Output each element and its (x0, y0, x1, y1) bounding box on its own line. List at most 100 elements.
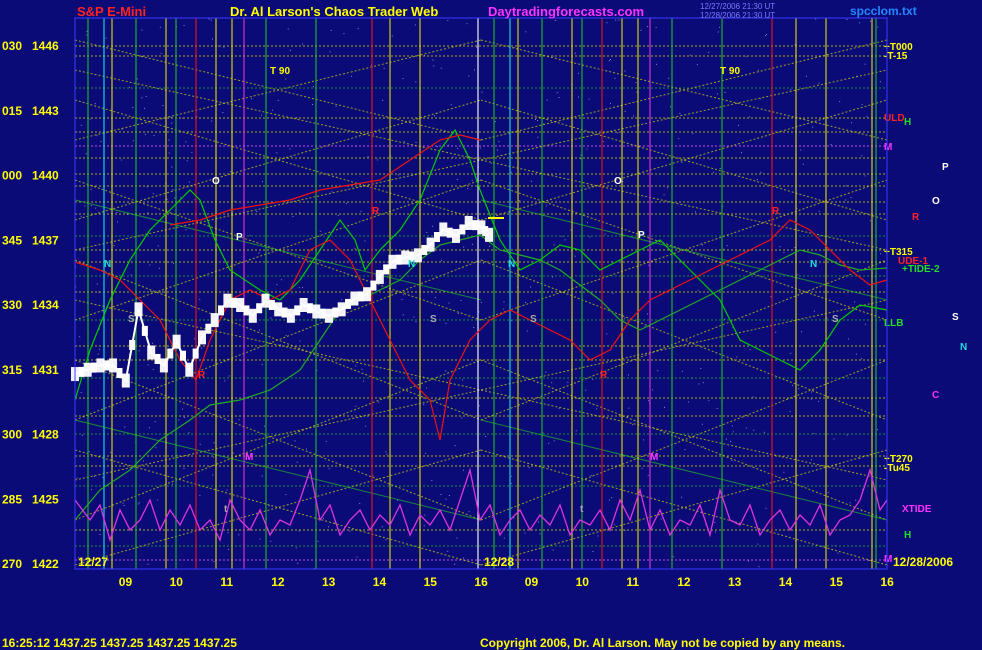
star-dot (503, 308, 505, 310)
star-dot (615, 19, 617, 21)
star-dot (818, 400, 820, 402)
star-dot (357, 28, 359, 30)
star-dot (448, 495, 450, 497)
star-dot (432, 59, 434, 61)
y-axis: 030 1446 015 1443 000 1440 345 1437 330 1434 315 14… (2, 39, 59, 571)
star-dot (689, 54, 691, 56)
x-axis-tick-label: 12 (271, 575, 285, 589)
star-dot (548, 466, 550, 468)
star-dot (81, 434, 83, 436)
star-dot (364, 240, 366, 242)
star-dot (161, 291, 163, 293)
star-dot (383, 67, 385, 69)
star-dot (668, 77, 670, 79)
star-dot (730, 440, 732, 442)
star-dot (97, 353, 99, 355)
star-dot (628, 407, 630, 409)
y-axis-price-label: 1431 (32, 363, 59, 377)
chart-annotation: N (408, 259, 415, 270)
star-dot (431, 479, 433, 481)
star-dot (302, 287, 304, 289)
star-dot (760, 171, 762, 173)
y-axis-code-label: 015 (2, 104, 22, 118)
star-dot (553, 244, 555, 246)
star-dot (171, 166, 173, 168)
chart-annotation: R (198, 370, 206, 381)
star-dot (258, 252, 260, 254)
star-dot (259, 329, 261, 331)
star-dot (779, 246, 781, 248)
star-dot (456, 178, 458, 180)
star-dot (372, 133, 374, 135)
star-dot (789, 411, 791, 413)
star-dot (681, 370, 683, 372)
x-axis-tick-label: 11 (626, 575, 639, 589)
star-dot (861, 155, 863, 157)
star-dot (627, 374, 629, 376)
star-dot (158, 267, 160, 269)
star-dot (94, 103, 96, 105)
star-dot (298, 530, 300, 532)
star-dot (851, 122, 853, 124)
x-axis-tick-label: 16 (474, 575, 488, 589)
star-dot (425, 452, 427, 454)
star-dot (479, 405, 481, 407)
star-dot (148, 427, 150, 429)
star-dot (648, 264, 650, 266)
star-dot (590, 475, 592, 477)
star-dot (524, 302, 526, 304)
chart-annotation: -Tu45 (884, 463, 910, 474)
star-dot (624, 317, 626, 319)
star-dot (423, 404, 425, 406)
chart-annotation: +TIDE-2 (902, 264, 940, 275)
star-dot (152, 368, 154, 370)
star-dot (586, 148, 588, 150)
site-link[interactable]: Daytradingforecasts.com (488, 4, 644, 19)
star-dot (731, 459, 733, 461)
star-dot (289, 148, 291, 150)
star-dot (138, 350, 140, 352)
chart-annotation: R (912, 212, 920, 223)
star-dot (696, 64, 698, 66)
star-dot (602, 141, 604, 143)
star-dot (530, 286, 532, 288)
star-dot (574, 52, 576, 54)
star-dot (298, 287, 300, 289)
star-dot (299, 212, 301, 214)
star-dot (415, 321, 417, 323)
star-dot (319, 230, 321, 232)
star-dot (801, 331, 803, 333)
star-dot (345, 202, 347, 204)
star-dot (513, 517, 515, 519)
star-dot (757, 69, 759, 71)
star-dot (551, 382, 553, 384)
star-dot (498, 141, 500, 143)
star-dot (385, 451, 387, 453)
star-dot (448, 302, 450, 304)
star-dot (490, 162, 492, 164)
star-dot (259, 538, 261, 540)
chart-annotation: H (904, 530, 911, 541)
star-dot (100, 140, 102, 142)
star-dot (415, 81, 417, 83)
star-dot (152, 193, 154, 195)
star-dot (162, 105, 164, 107)
star-dot (299, 340, 301, 342)
star-dot (154, 421, 156, 423)
star-dot (716, 407, 718, 409)
star-dot (147, 563, 149, 565)
star-dot (302, 43, 304, 45)
y-axis-price-label: 1434 (32, 298, 59, 312)
star-dot (647, 26, 649, 28)
star-dot (837, 552, 839, 554)
star-dot (589, 236, 591, 238)
star-dot (261, 364, 263, 366)
star-dot (450, 104, 452, 106)
star-dot (183, 416, 185, 418)
star-dot (351, 75, 353, 77)
star-dot (341, 299, 343, 301)
star-dot (672, 289, 674, 291)
star-dot (510, 482, 512, 484)
star-dot (612, 292, 614, 294)
star-dot (845, 185, 847, 187)
